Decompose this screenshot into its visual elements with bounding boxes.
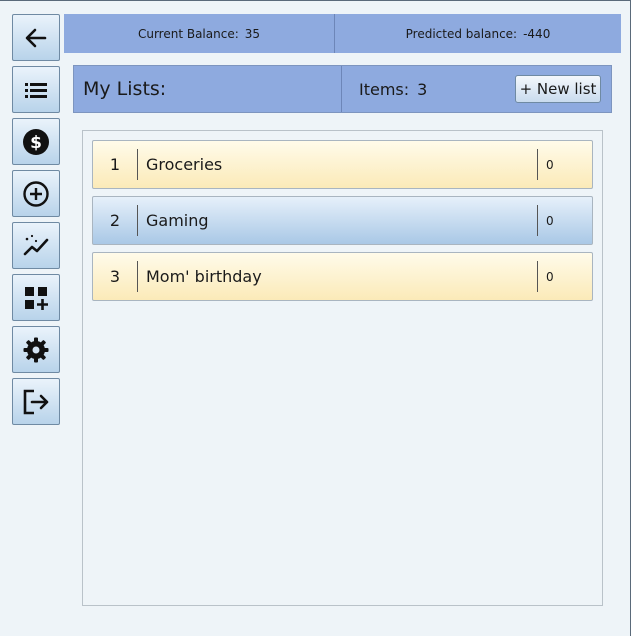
list-item-name: Gaming: [146, 211, 209, 230]
list-item-count: 0: [546, 213, 554, 228]
current-balance-value: 35: [244, 26, 261, 41]
statistics-button[interactable]: [12, 222, 60, 269]
page-title: My Lists:: [83, 78, 167, 100]
list-icon: [25, 82, 47, 98]
list-item-count: 0: [546, 157, 554, 172]
items-count: Items: 3: [359, 66, 427, 112]
logout-icon: [23, 389, 49, 414]
predicted-balance: Predicted balance: -440: [335, 14, 621, 53]
predicted-balance-label: Predicted balance:: [405, 26, 518, 41]
items-count-value: 3: [417, 80, 428, 99]
list-item-name: Groceries: [146, 155, 223, 174]
settings-button[interactable]: [12, 326, 60, 373]
balance-button[interactable]: $: [12, 118, 60, 165]
gear-icon: [23, 337, 49, 362]
svg-text:$: $: [30, 133, 42, 153]
items-label: Items:: [359, 80, 410, 99]
list-item-number: 1: [109, 155, 121, 174]
list-item-number: 2: [109, 211, 121, 230]
list-item[interactable]: 2 Gaming 0: [92, 196, 593, 245]
lists-button[interactable]: [12, 66, 60, 113]
list-item-number: 3: [109, 267, 121, 286]
plus-circle-icon: [23, 180, 49, 207]
list-item[interactable]: 3 Mom' birthday 0: [92, 252, 593, 301]
widgets-button[interactable]: [12, 274, 60, 321]
back-button[interactable]: [12, 14, 60, 61]
logout-button[interactable]: [12, 378, 60, 425]
lists-panel: 1 Groceries 0 2 Gaming 0 3 Mom' birthday…: [82, 130, 603, 606]
lists-header: My Lists: Items: 3 + New list: [73, 65, 612, 113]
dollar-circle-icon: $: [23, 128, 49, 155]
list-item-name: Mom' birthday: [146, 267, 262, 286]
current-balance: Current Balance: 35: [64, 14, 335, 53]
trend-chart-icon: [23, 234, 49, 255]
list-item[interactable]: 1 Groceries 0: [92, 140, 593, 189]
list-item-count: 0: [546, 269, 554, 284]
grid-add-icon: [25, 286, 48, 310]
balance-bar: Current Balance: 35 Predicted balance: -…: [64, 14, 621, 53]
predicted-balance-value: -440: [523, 26, 551, 41]
header-divider: [341, 66, 342, 112]
arrow-left-icon: [25, 28, 47, 47]
current-balance-label: Current Balance:: [137, 26, 239, 41]
add-button[interactable]: [12, 170, 60, 217]
sidebar-nav: $: [12, 14, 62, 430]
new-list-button[interactable]: + New list: [515, 75, 601, 103]
